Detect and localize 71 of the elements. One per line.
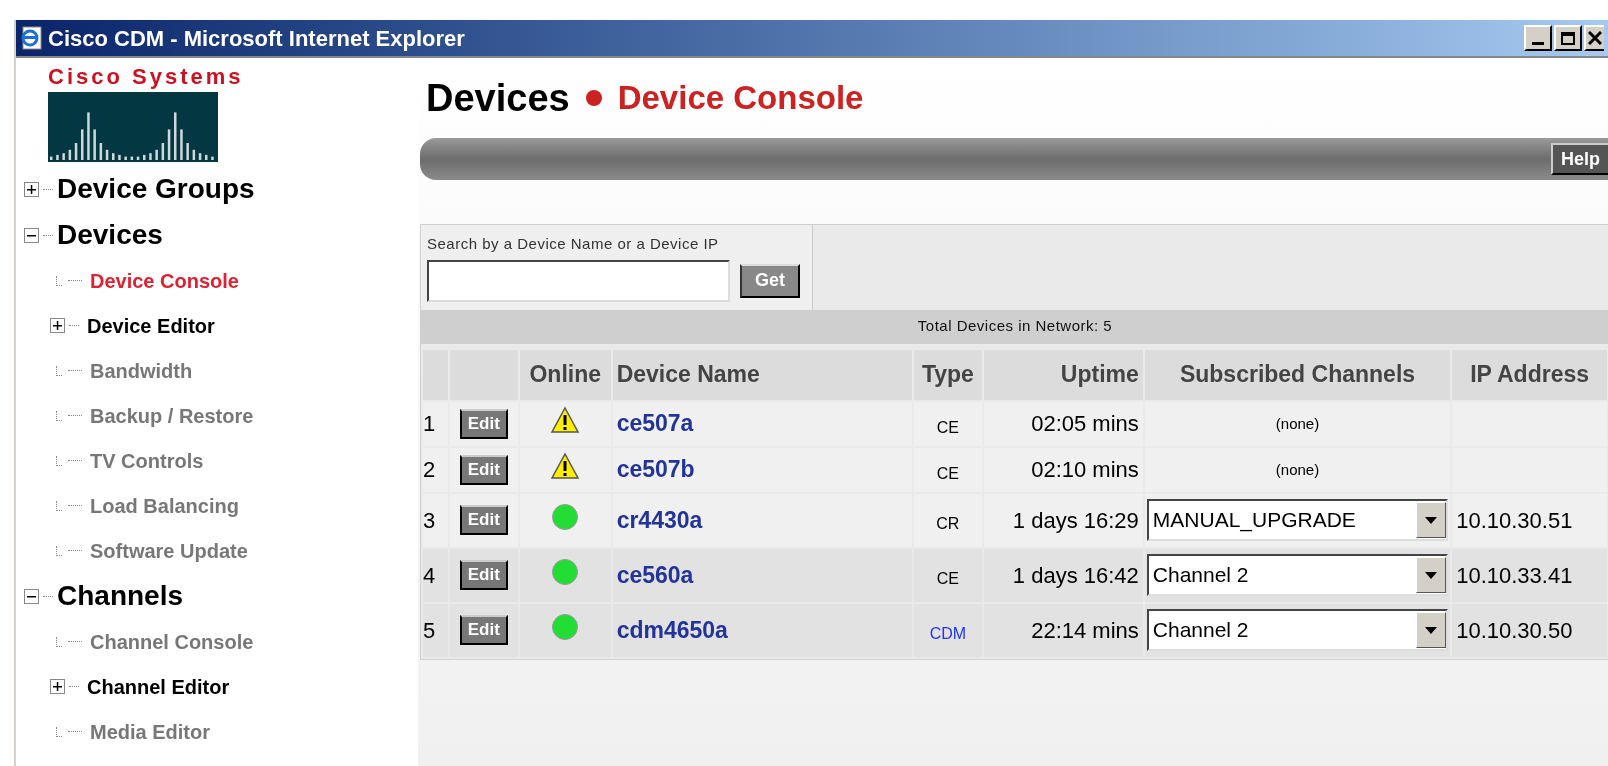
maximize-button[interactable] [1554,25,1582,51]
channel-dropdown[interactable]: Channel 2 [1146,554,1449,596]
device-type: CE [936,570,959,587]
expand-icon[interactable] [50,318,65,333]
uptime-text: 22:14 mins [1031,617,1139,643]
channel-text: (none) [1275,460,1320,478]
tree-item[interactable]: Backup / Restore [90,400,254,431]
edit-button[interactable]: Edit [459,560,508,590]
collapse-icon[interactable] [24,588,39,604]
column-header: Online [519,349,611,400]
uptime-text: 02:10 mins [1031,457,1139,482]
device-link[interactable]: cdm4650a [616,616,728,643]
uptime-text: 1 days 16:29 [1012,507,1139,533]
device-link[interactable]: ce507a [616,410,694,437]
tree-item[interactable]: Channel Console [90,626,254,657]
collapse-icon[interactable] [24,227,39,243]
window-title: Cisco CDM - Microsoft Internet Explorer [48,24,465,53]
help-button[interactable]: Help [1551,143,1608,175]
edit-button[interactable]: Edit [459,615,508,645]
search-label: Search by a Device Name or a Device IP [427,234,720,254]
ip-address: 10.10.33.41 [1456,562,1573,588]
row-number: 4 [423,562,436,588]
tree-item[interactable]: Channels [57,575,184,617]
column-header: IP Address [1452,349,1607,400]
device-type[interactable]: CDM [929,625,967,642]
minimize-button[interactable] [1524,25,1552,51]
get-button[interactable]: Get [740,263,800,298]
tree-item[interactable]: Bandwidth [90,355,193,386]
column-header: Type [913,349,982,400]
channel-text: (none) [1275,414,1320,432]
device-type: CE [936,464,959,482]
row-number: 3 [423,507,436,533]
row-number: 2 [423,457,436,482]
tree-item[interactable]: Media Editor [90,716,210,747]
column-header: Subscribed Channels [1144,349,1451,400]
tree-item[interactable]: TV Controls [90,445,204,476]
channel-dropdown[interactable]: MANUAL_UPGRADE [1146,499,1449,541]
channel-dropdown[interactable]: Channel 2 [1146,609,1449,651]
tree-item[interactable]: Devices [57,214,163,256]
device-type: CR [936,515,960,532]
row-number: 5 [423,617,436,643]
edit-button[interactable]: Edit [459,408,508,439]
column-header: Uptime [983,349,1143,400]
bullet-icon [585,90,602,106]
tree-item[interactable]: Device Console [90,265,239,296]
edit-button[interactable]: Edit [459,505,508,535]
expand-icon[interactable] [50,679,65,694]
expand-icon[interactable] [24,181,39,197]
uptime-text: 02:05 mins [1031,411,1139,436]
ip-address: 10.10.30.50 [1456,617,1573,643]
section-title: Devices [426,75,570,121]
close-button[interactable] [1584,25,1604,51]
tree-item[interactable]: Device Editor [87,310,215,341]
search-field[interactable] [427,259,730,302]
column-header: Device Name [612,349,912,400]
device-type: CE [936,418,959,436]
ip-address: 10.10.30.51 [1456,507,1573,533]
tree-item[interactable]: Load Balancing [90,490,239,521]
page-title: Device Console [617,78,864,119]
device-link[interactable]: ce507b [616,456,695,483]
tree-item[interactable]: Software Update [90,535,248,566]
device-link[interactable]: cr4430a [616,506,703,533]
row-number: 1 [423,411,436,436]
tree-item[interactable]: Channel Editor [87,671,230,702]
edit-button[interactable]: Edit [459,454,508,485]
device-link[interactable]: ce560a [616,561,694,588]
logo-text: Cisco Systems [48,66,245,88]
uptime-text: 1 days 16:42 [1012,562,1139,588]
tree-item[interactable]: Device Groups [57,168,255,210]
browser-icon [20,26,44,50]
total-devices-text: Total Devices in Network: 5 [421,309,1608,344]
